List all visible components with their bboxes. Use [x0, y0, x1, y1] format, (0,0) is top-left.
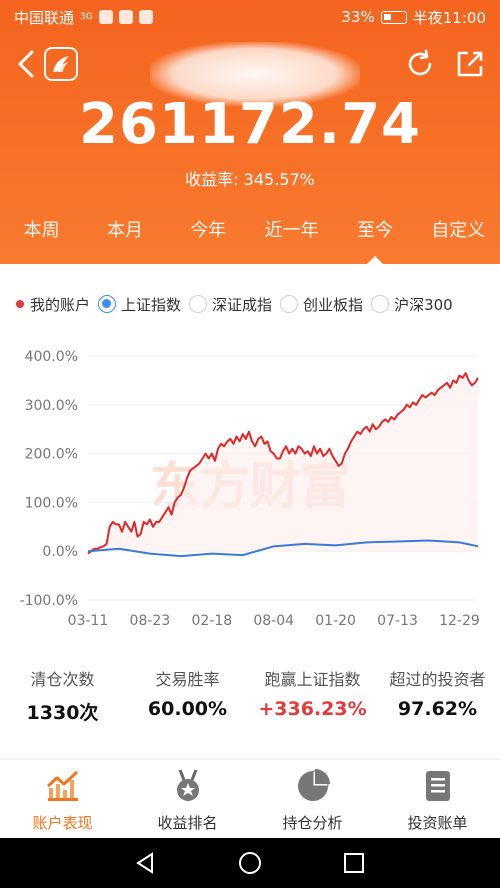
performance-chart: 东方财富400.0%300.0%200.0%100.0%0.0%-100.0%0… [20, 349, 480, 629]
nav-label: 持仓分析 [282, 814, 343, 832]
pie-chart-icon [297, 769, 330, 801]
app-icon [138, 10, 153, 24]
system-nav-bar [0, 838, 500, 888]
y-tick-label: 400.0% [25, 349, 78, 365]
legend-option-sh[interactable]: 上证指数 [98, 294, 181, 315]
stat-label: 超过的投资者 [389, 670, 486, 689]
stat-label: 交易胜率 [155, 670, 220, 689]
x-tick-label: 07-13 [377, 613, 418, 629]
share-icon [457, 51, 483, 77]
legend-option-hs300[interactable]: 沪深300 [371, 294, 453, 315]
y-tick-label: 100.0% [25, 495, 78, 511]
logo-icon [53, 56, 69, 72]
x-tick-label: 08-04 [253, 613, 294, 629]
status-bar: 中国联通 3G 33% 半夜11:00 [0, 0, 500, 34]
legend-option-cyb[interactable]: 创业板指 [280, 294, 363, 315]
bottom-nav: 账户表现 收益排名 持仓分析 投资账单 [0, 760, 500, 838]
radio-icon[interactable] [98, 295, 117, 313]
legend-option-label: 上证指数 [121, 295, 182, 314]
bill-icon [425, 771, 450, 801]
refresh-icon [408, 49, 432, 76]
legend-option-label: 深证成指 [212, 295, 273, 314]
battery-label: 33% [341, 8, 375, 26]
radio-icon[interactable] [189, 295, 208, 313]
legend-option-sz[interactable]: 深证成指 [189, 294, 272, 315]
stat-value: 97.62% [397, 698, 478, 720]
home-circle-icon[interactable] [238, 851, 262, 875]
stat-beat-index: 跑赢上证指数 +336.23% [250, 666, 375, 726]
x-tick-label: 01-20 [315, 613, 356, 629]
radio-icon[interactable] [371, 295, 390, 313]
carrier-label: 中国联通 [14, 8, 75, 27]
stat-value: 1330次 [26, 702, 99, 724]
header-panel: 中国联通 3G 33% 半夜11:00 261172.74 收益率: 345.5… [0, 0, 500, 265]
yield-value: 345.57% [243, 170, 315, 189]
yield-label: 收益率: [185, 170, 239, 189]
back-triangle-icon[interactable] [134, 851, 158, 875]
legend-option-label: 沪深300 [394, 295, 453, 314]
app-logo [44, 47, 78, 81]
stat-close-count: 清仓次数 1330次 [0, 666, 125, 726]
chart-trend-icon [46, 770, 78, 801]
x-tick-label: 12-29 [439, 613, 480, 629]
chart-legend: 我的账户 上证指数 深证成指 创业板指 沪深300 [0, 290, 500, 318]
nav-label: 收益排名 [157, 814, 218, 832]
nav-investment-bill[interactable]: 投资账单 [375, 760, 500, 838]
tab-this-year[interactable]: 今年 [167, 216, 250, 264]
x-tick-label: 08-23 [130, 613, 171, 629]
period-tabs: 本周 本月 今年 近一年 至今 自定义 [0, 216, 500, 265]
y-tick-label: -100.0% [20, 593, 78, 609]
nav-label: 投资账单 [407, 814, 468, 832]
network-label: 3G [80, 12, 93, 22]
notification-icon [118, 10, 133, 24]
stat-win-rate: 交易胜率 60.00% [125, 666, 250, 726]
stat-value: +336.23% [258, 698, 367, 720]
legend-option-label: 创业板指 [303, 295, 364, 314]
legend-my-account: 我的账户 [16, 294, 90, 315]
tab-to-date[interactable]: 至今 [333, 216, 416, 265]
stat-label: 清仓次数 [30, 670, 95, 689]
y-tick-label: 0.0% [42, 544, 78, 560]
stats-row: 清仓次数 1330次 交易胜率 60.00% 跑赢上证指数 +336.23% 超… [0, 666, 500, 726]
my-account-dot-icon [16, 300, 24, 308]
refresh-button[interactable] [404, 48, 436, 80]
yield-row: 收益率: 345.57% [0, 166, 500, 190]
recents-square-icon[interactable] [342, 851, 366, 875]
share-button[interactable] [454, 48, 486, 80]
stat-beat-investors: 超过的投资者 97.62% [375, 666, 500, 726]
nav-position-analysis[interactable]: 持仓分析 [250, 760, 375, 838]
x-tick-label: 03-11 [68, 613, 109, 629]
x-tick-label: 02-18 [191, 613, 232, 629]
wifi-icon [98, 10, 113, 24]
total-asset-value: 261172.74 [79, 92, 421, 157]
legend-my-account-label: 我的账户 [30, 295, 91, 314]
tab-last-year[interactable]: 近一年 [250, 216, 333, 264]
back-icon [18, 50, 34, 78]
nav-account-performance[interactable]: 账户表现 [0, 760, 125, 838]
stat-value: 60.00% [147, 698, 228, 720]
nav-label: 账户表现 [32, 814, 93, 832]
nav-earnings-ranking[interactable]: 收益排名 [125, 760, 250, 838]
radio-icon[interactable] [280, 295, 299, 313]
y-tick-label: 200.0% [25, 447, 78, 463]
medal-icon [176, 769, 199, 801]
tab-this-week[interactable]: 本周 [0, 216, 83, 264]
battery-icon [380, 10, 407, 24]
tab-this-month[interactable]: 本月 [83, 216, 166, 264]
back-button[interactable] [14, 48, 42, 80]
clock-label: 半夜11:00 [412, 8, 486, 27]
tab-custom[interactable]: 自定义 [417, 216, 500, 264]
y-tick-label: 300.0% [25, 398, 78, 414]
title-bar [0, 42, 500, 106]
stat-label: 跑赢上证指数 [264, 670, 361, 689]
